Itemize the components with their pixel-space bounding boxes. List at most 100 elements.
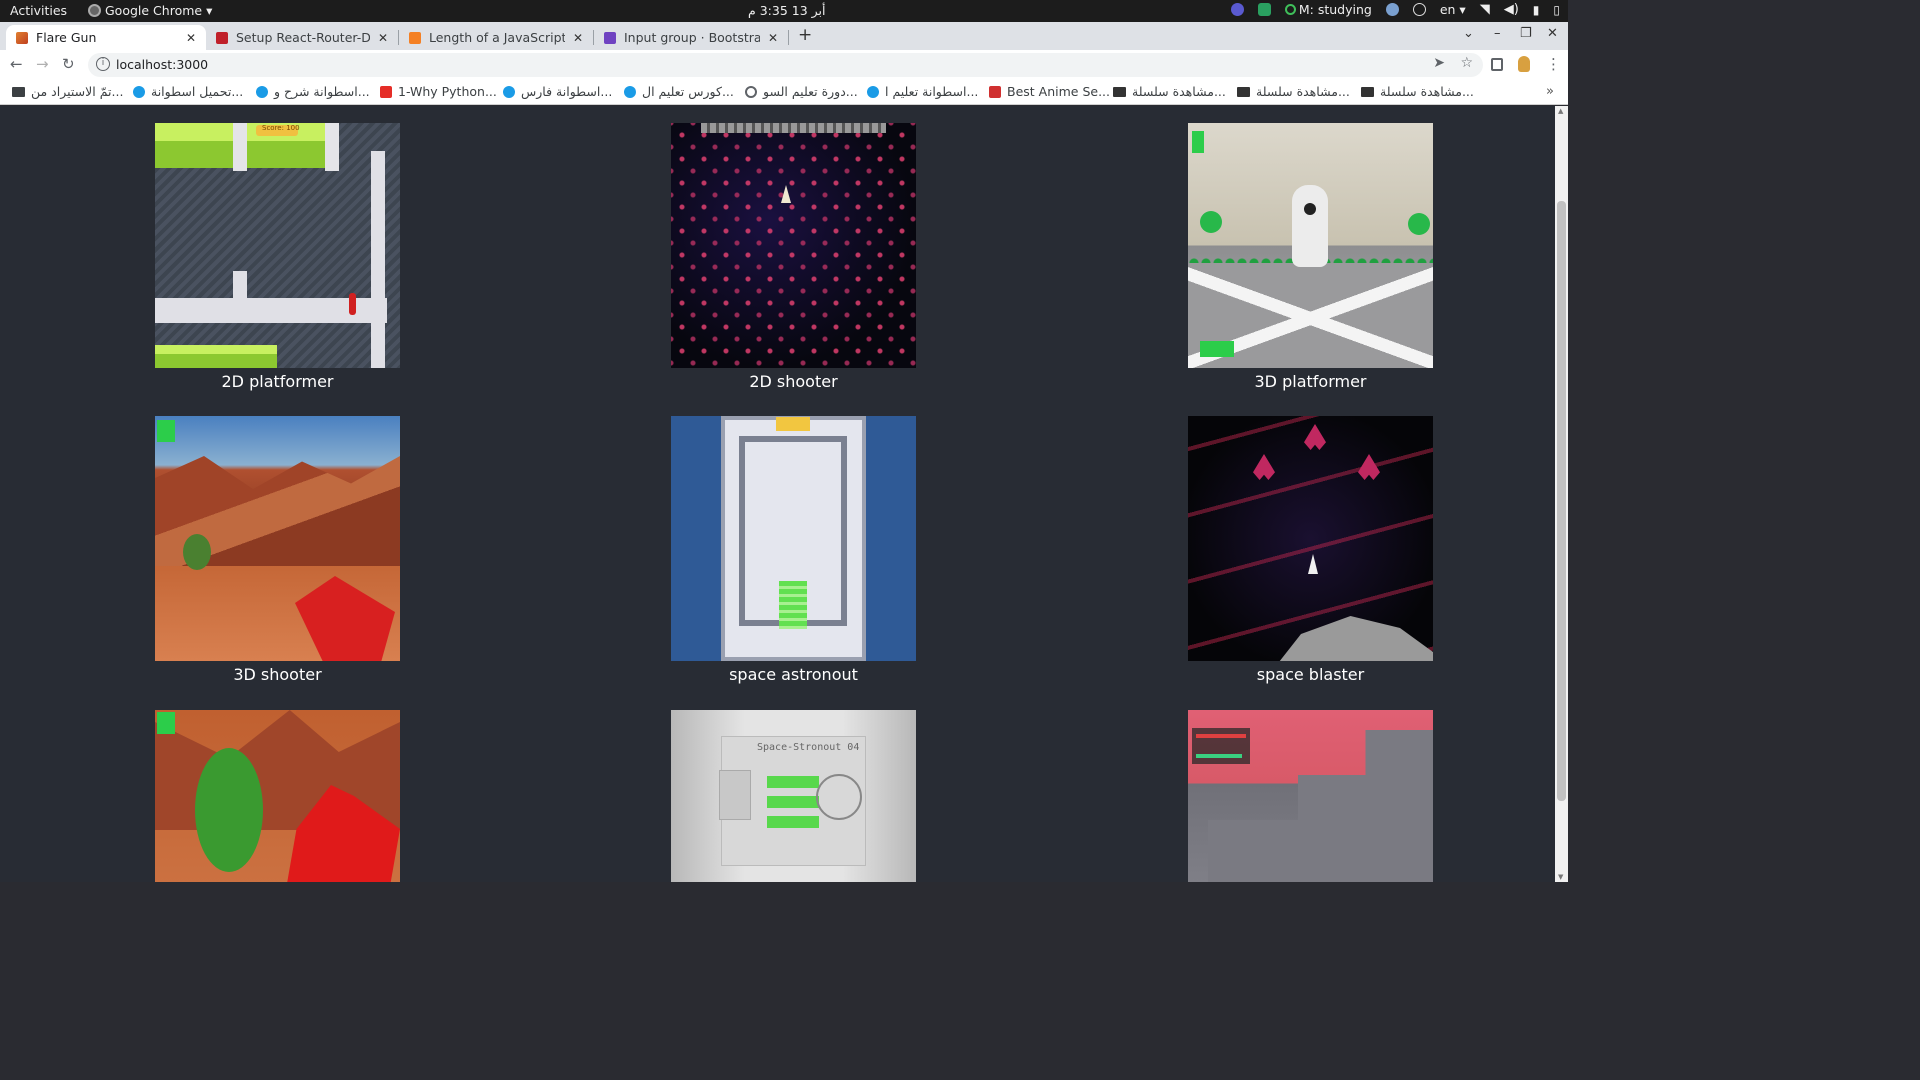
dev-favicon-icon: [216, 31, 228, 44]
game-title[interactable]: 2D platformer: [155, 372, 400, 391]
extension-icon[interactable]: [1230, 3, 1244, 16]
site-info-icon[interactable]: i: [96, 57, 110, 71]
bookmark-item[interactable]: اسطوانة فارس...: [503, 84, 612, 99]
game-title[interactable]: 2D shooter: [671, 372, 916, 391]
accessibility-icon[interactable]: [1412, 3, 1426, 16]
send-to-device-icon[interactable]: ➤: [1433, 55, 1445, 71]
close-window-button[interactable]: ✕: [1547, 26, 1558, 41]
pause-icon: [1192, 131, 1204, 153]
green-orb: [1200, 211, 1222, 233]
tab-react-router[interactable]: Setup React-Router-Dom ✕: [206, 25, 398, 50]
side-panel-icon[interactable]: [1491, 58, 1503, 71]
bookmark-item[interactable]: Best Anime Se...: [989, 84, 1110, 99]
menu-title: Space-Stronout 04: [757, 742, 860, 753]
system-tray: M: studying en ▾ ◥ ◀) ▮ ▯: [1230, 2, 1560, 17]
game-title[interactable]: space blaster: [1188, 665, 1433, 684]
close-icon[interactable]: ✕: [186, 31, 196, 45]
game-thumbnail[interactable]: Score: 100: [155, 123, 400, 368]
bookmark-item[interactable]: 1-Why Python...: [380, 84, 497, 99]
game-thumbnail[interactable]: Space-Stronout 04: [671, 710, 916, 882]
bookmark-item[interactable]: مشاهدة سلسلة...: [1237, 84, 1350, 99]
game-card-3d-shooter[interactable]: 3D shooter: [155, 416, 400, 684]
status-indicator[interactable]: M: studying: [1284, 2, 1372, 17]
page-scrollbar[interactable]: ▲ ▼: [1555, 106, 1568, 882]
scroll-down-arrow-icon[interactable]: ▼: [1558, 873, 1563, 881]
language-selector[interactable]: en ▾: [1440, 2, 1466, 17]
menu-button: [767, 776, 819, 788]
app-indicator-icon[interactable]: [1257, 3, 1271, 16]
tab-search-button[interactable]: ⌄: [1463, 26, 1474, 41]
tab-bootstrap[interactable]: Input group · Bootstrap ✕: [594, 25, 788, 50]
chevron-down-icon: ▾: [206, 3, 213, 18]
close-icon[interactable]: ✕: [573, 31, 583, 45]
game-title[interactable]: 3D shooter: [155, 665, 400, 684]
score-badge: [1200, 341, 1234, 357]
clapper-icon: [1113, 86, 1126, 97]
bookmark-item[interactable]: تمّ الاستيراد من...: [12, 84, 123, 99]
bookmark-star-icon[interactable]: ☆: [1460, 55, 1473, 71]
bookmark-item[interactable]: تحميل اسطوانة...: [133, 84, 243, 99]
bookmarks-overflow-button[interactable]: »: [1546, 84, 1554, 99]
game-thumbnail[interactable]: [155, 416, 400, 661]
game-card[interactable]: [1188, 710, 1433, 882]
stackoverflow-favicon-icon: [409, 31, 421, 44]
bookmark-label: 1-Why Python...: [398, 84, 497, 99]
game-title[interactable]: 3D platformer: [1188, 372, 1433, 391]
clock[interactable]: أبر 13 3:35 م: [748, 3, 826, 18]
game-card-space-astronout[interactable]: space astronout: [671, 416, 916, 684]
bookmark-item[interactable]: مشاهدة سلسلة...: [1113, 84, 1226, 99]
tab-flare-gun[interactable]: Flare Gun ✕: [6, 25, 206, 50]
bootstrap-favicon-icon: [604, 31, 616, 44]
back-button[interactable]: ←: [10, 55, 23, 73]
green-orb: [1408, 213, 1430, 235]
robot-character: [1292, 185, 1328, 267]
game-card[interactable]: Space-Stronout 04: [671, 710, 916, 882]
game-thumbnail[interactable]: [1188, 123, 1433, 368]
game-card-2d-shooter[interactable]: 2D shooter: [671, 123, 916, 391]
bookmark-label: تمّ الاستيراد من...: [31, 84, 124, 99]
clapper-icon: [1361, 86, 1374, 97]
new-tab-button[interactable]: +: [798, 25, 812, 45]
reload-button[interactable]: ↻: [62, 55, 75, 73]
bookmark-item[interactable]: كورس تعليم ال...: [624, 84, 734, 99]
bookmark-label: كورس تعليم ال...: [642, 84, 734, 99]
game-card-3d-platformer[interactable]: 3D platformer: [1188, 123, 1433, 391]
activities-button[interactable]: Activities: [10, 3, 67, 18]
wifi-icon[interactable]: ◥: [1480, 2, 1490, 17]
battery-icon[interactable]: ▯: [1553, 3, 1560, 17]
game-thumbnail[interactable]: [1188, 710, 1433, 882]
microphone-icon[interactable]: ▮: [1533, 3, 1540, 17]
scrollbar-thumb[interactable]: [1557, 201, 1566, 801]
game-thumbnail[interactable]: [671, 416, 916, 661]
forward-button[interactable]: →: [36, 55, 49, 73]
game-card[interactable]: [155, 710, 400, 882]
bookmark-item[interactable]: دورة تعليم السو...: [745, 84, 858, 99]
volume-icon[interactable]: ◀): [1504, 2, 1519, 17]
bookmark-item[interactable]: اسطوانة شرح و...: [256, 84, 370, 99]
game-card-2d-platformer[interactable]: Score: 100 2D platformer: [155, 123, 400, 391]
bookmark-item[interactable]: اسطوانة تعليم ا...: [867, 84, 978, 99]
url-text[interactable]: localhost:3000: [116, 57, 208, 72]
game-thumbnail[interactable]: [155, 710, 400, 882]
profile-avatar[interactable]: [1518, 56, 1530, 72]
network-app-icon[interactable]: [1385, 3, 1399, 16]
address-bar[interactable]: i localhost:3000 ➤ ☆: [88, 53, 1483, 77]
app-menu[interactable]: Google Chrome ▾: [88, 3, 212, 18]
bookmark-label: مشاهدة سلسلة...: [1256, 84, 1350, 99]
tab-javascript-object[interactable]: Length of a JavaScript ob ✕: [399, 25, 593, 50]
game-thumbnail[interactable]: [1188, 416, 1433, 661]
bookmark-label: Best Anime Se...: [1007, 84, 1110, 99]
close-icon[interactable]: ✕: [378, 31, 388, 45]
door: [719, 770, 751, 820]
restore-button[interactable]: ❐: [1520, 26, 1532, 41]
game-card-space-blaster[interactable]: space blaster: [1188, 416, 1433, 684]
tab-title: Input group · Bootstrap: [624, 30, 760, 45]
game-title[interactable]: space astronout: [671, 665, 916, 684]
bookmark-item[interactable]: مشاهدة سلسلة...: [1361, 84, 1474, 99]
chrome-menu-icon[interactable]: ⋮: [1546, 55, 1561, 73]
scroll-up-arrow-icon[interactable]: ▲: [1558, 107, 1563, 115]
minimize-button[interactable]: –: [1494, 26, 1501, 41]
close-icon[interactable]: ✕: [768, 31, 778, 45]
game-thumbnail[interactable]: [671, 123, 916, 368]
clapper-icon: [1237, 86, 1250, 97]
